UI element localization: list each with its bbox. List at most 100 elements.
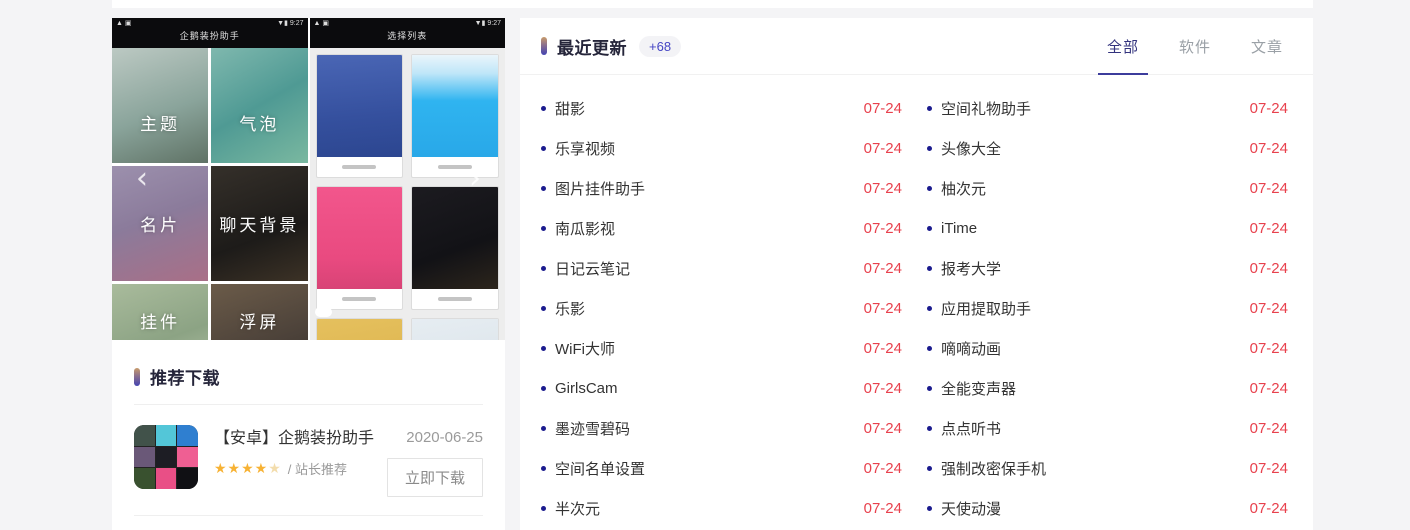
- item-date: 07-24: [1240, 300, 1288, 317]
- item-title[interactable]: GirlsCam: [555, 380, 618, 397]
- list-item[interactable]: GirlsCam 07-24: [541, 368, 902, 408]
- status-icons-right: ▼▮ 9:27: [475, 19, 501, 28]
- star-empty-icon: ★: [268, 460, 281, 477]
- update-list-left-column: 甜影 07-24 乐享视频 07-24 图片挂件助手 07-24 南瓜影视 07…: [541, 88, 902, 528]
- tab-software[interactable]: 软件: [1179, 18, 1211, 75]
- tile-bubble: 气泡: [211, 48, 307, 163]
- list-item[interactable]: 全能变声器 07-24: [927, 368, 1288, 408]
- list-item[interactable]: 空间礼物助手 07-24: [927, 88, 1288, 128]
- item-title[interactable]: 报考大学: [941, 258, 1001, 279]
- tile-label: 聊天背景: [219, 211, 299, 236]
- item-date: 07-24: [1240, 420, 1288, 437]
- item-date: 07-24: [1240, 380, 1288, 397]
- item-title[interactable]: 南瓜影视: [555, 218, 615, 239]
- list-item[interactable]: 嘀嘀动画 07-24: [927, 328, 1288, 368]
- item-title[interactable]: 点点听书: [941, 418, 1001, 439]
- bullet-icon: [541, 106, 546, 111]
- bullet-icon: [541, 346, 546, 351]
- carousel-next-icon[interactable]: ›: [469, 164, 481, 194]
- item-title[interactable]: 墨迹雪碧码: [555, 418, 630, 439]
- download-item-rating: ★★★★ ★ / 站长推荐: [214, 459, 387, 478]
- list-item[interactable]: 乐享视频 07-24: [541, 128, 902, 168]
- list-item[interactable]: 应用提取助手 07-24: [927, 288, 1288, 328]
- list-item[interactable]: 图片挂件助手 07-24: [541, 168, 902, 208]
- new-count-badge: +68: [639, 36, 681, 57]
- item-title[interactable]: 柚次元: [941, 178, 986, 199]
- list-item[interactable]: 日记云笔记 07-24: [541, 248, 902, 288]
- bullet-icon: [541, 266, 546, 271]
- item-title[interactable]: 日记云笔记: [555, 258, 630, 279]
- item-title[interactable]: 乐影: [555, 298, 585, 319]
- section-marker-icon: [134, 368, 140, 386]
- item-title[interactable]: 嘀嘀动画: [941, 338, 1001, 359]
- left-panel-card: ▲ ▣ ▼▮ 9:27 企鹅装扮助手 主题 气泡 名片 聊天背景 挂件 浮屏 ▲…: [112, 18, 505, 530]
- item-title[interactable]: 甜影: [555, 98, 585, 119]
- item-date: 07-24: [1240, 100, 1288, 117]
- status-icons-right: ▼▮ 9:27: [277, 19, 303, 28]
- update-list: 甜影 07-24 乐享视频 07-24 图片挂件助手 07-24 南瓜影视 07…: [520, 75, 1313, 528]
- phone2-titlebar: ▲ ▣ ▼▮ 9:27 选择列表: [310, 18, 506, 48]
- item-date: 07-24: [854, 300, 902, 317]
- list-item[interactable]: 头像大全 07-24: [927, 128, 1288, 168]
- item-date: 07-24: [854, 260, 902, 277]
- download-now-button[interactable]: 立即下载: [387, 458, 483, 497]
- item-title[interactable]: 全能变声器: [941, 378, 1016, 399]
- list-item[interactable]: 点点听书 07-24: [927, 408, 1288, 448]
- item-title[interactable]: 空间名单设置: [555, 458, 645, 479]
- item-date: 07-24: [854, 380, 902, 397]
- list-item[interactable]: WiFi大师 07-24: [541, 328, 902, 368]
- recommend-download-item[interactable]: 【安卓】企鹅装扮助手 ★★★★ ★ / 站长推荐 2020-06-25 立即下载: [112, 405, 505, 515]
- item-title[interactable]: 图片挂件助手: [555, 178, 645, 199]
- phone1-titlebar: ▲ ▣ ▼▮ 9:27 企鹅装扮助手: [112, 18, 308, 48]
- list-item[interactable]: 空间名单设置 07-24: [541, 448, 902, 488]
- item-title[interactable]: 应用提取助手: [941, 298, 1031, 319]
- list-item[interactable]: 报考大学 07-24: [927, 248, 1288, 288]
- tile-label: 主题: [140, 110, 180, 135]
- bullet-icon: [541, 386, 546, 391]
- list-item[interactable]: 强制改密保手机 07-24: [927, 448, 1288, 488]
- app-thumbnail[interactable]: [134, 425, 198, 489]
- list-item[interactable]: 半次元 07-24: [541, 488, 902, 528]
- theme-card: [316, 54, 404, 178]
- phone2-title: 选择列表: [310, 28, 506, 45]
- list-item[interactable]: 柚次元 07-24: [927, 168, 1288, 208]
- item-date: 07-24: [854, 340, 902, 357]
- recommend-section-header: 推荐下载: [112, 340, 505, 404]
- download-item-title[interactable]: 【安卓】企鹅装扮助手: [214, 429, 387, 449]
- item-title[interactable]: iTime: [941, 220, 977, 237]
- list-item[interactable]: 乐影 07-24: [541, 288, 902, 328]
- item-title[interactable]: 空间礼物助手: [941, 98, 1031, 119]
- star-rating-icon: ★★★★: [214, 460, 268, 477]
- tab-all[interactable]: 全部: [1107, 18, 1139, 75]
- bullet-icon: [927, 506, 932, 511]
- tile-chat-bg: 聊天背景: [211, 166, 307, 281]
- list-item[interactable]: 墨迹雪碧码 07-24: [541, 408, 902, 448]
- item-title[interactable]: WiFi大师: [555, 338, 615, 359]
- theme-card: [411, 318, 499, 340]
- download-item-right: 2020-06-25 立即下载: [387, 425, 483, 497]
- item-title[interactable]: 半次元: [555, 498, 600, 519]
- carousel-prev-icon[interactable]: ‹: [136, 164, 148, 194]
- bullet-icon: [541, 306, 546, 311]
- item-date: 07-24: [1240, 180, 1288, 197]
- item-date: 07-24: [854, 460, 902, 477]
- item-title[interactable]: 头像大全: [941, 138, 1001, 159]
- item-date: 07-24: [854, 140, 902, 157]
- recent-updates-header: 最近更新 +68 全部 软件 文章: [520, 18, 1313, 75]
- item-title[interactable]: 乐享视频: [555, 138, 615, 159]
- item-title[interactable]: 天使动漫: [941, 498, 1001, 519]
- item-date: 07-24: [1240, 340, 1288, 357]
- list-item[interactable]: 南瓜影视 07-24: [541, 208, 902, 248]
- recent-updates-heading: 最近更新: [557, 34, 627, 59]
- bullet-icon: [541, 506, 546, 511]
- bullet-icon: [927, 186, 932, 191]
- bullet-icon: [541, 226, 546, 231]
- carousel-indicator[interactable]: [315, 307, 332, 317]
- screenshot-carousel[interactable]: ▲ ▣ ▼▮ 9:27 企鹅装扮助手 主题 气泡 名片 聊天背景 挂件 浮屏 ▲…: [112, 18, 505, 340]
- update-list-right-column: 空间礼物助手 07-24 头像大全 07-24 柚次元 07-24 iTime …: [927, 88, 1288, 528]
- tab-articles[interactable]: 文章: [1251, 18, 1283, 75]
- list-item[interactable]: 天使动漫 07-24: [927, 488, 1288, 528]
- list-item[interactable]: 甜影 07-24: [541, 88, 902, 128]
- item-title[interactable]: 强制改密保手机: [941, 458, 1046, 479]
- list-item[interactable]: iTime 07-24: [927, 208, 1288, 248]
